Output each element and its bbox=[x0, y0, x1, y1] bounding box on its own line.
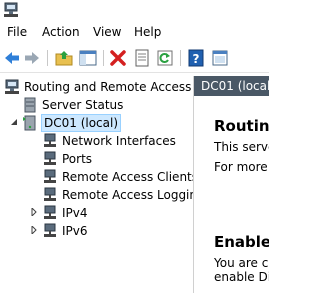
menu-help[interactable]: Help bbox=[134, 25, 161, 39]
details-text: enable Di bbox=[214, 270, 269, 284]
details-text: You are c bbox=[214, 256, 269, 270]
properties-icon[interactable] bbox=[132, 48, 152, 68]
tree-item-label: Remote Access Clients ( bbox=[62, 170, 207, 184]
show-hide-tree-icon[interactable] bbox=[78, 48, 98, 68]
toolbar: ? bbox=[0, 45, 269, 73]
details-text: This serve bbox=[214, 140, 269, 154]
tree-item-label: IPv4 bbox=[62, 206, 88, 220]
details-header: DC01 (local) bbox=[194, 76, 269, 96]
tree-item-label: Remote Access Logging bbox=[62, 188, 205, 202]
help-icon[interactable]: ? bbox=[186, 48, 206, 68]
chevron-right-icon[interactable] bbox=[30, 208, 38, 216]
delete-icon[interactable] bbox=[108, 48, 128, 68]
server-status-icon bbox=[24, 97, 36, 113]
console-tree: Routing and Remote Access Server Status … bbox=[0, 76, 207, 293]
details-pane: DC01 (local) Routing This serve For more… bbox=[194, 76, 269, 293]
menu-bar: File Action View Help bbox=[0, 22, 269, 43]
tree-item-label: IPv6 bbox=[62, 224, 88, 238]
chevron-down-icon[interactable] bbox=[10, 118, 18, 126]
toolbar-separator bbox=[47, 50, 48, 66]
up-folder-icon[interactable] bbox=[54, 48, 74, 68]
refresh-icon[interactable] bbox=[155, 48, 175, 68]
details-body: Routing This serve For more Enable You a… bbox=[194, 96, 269, 293]
routing-icon bbox=[5, 79, 19, 94]
toolbar-separator bbox=[103, 50, 104, 66]
remote-access-logging-icon bbox=[44, 187, 56, 201]
back-arrow-icon[interactable] bbox=[2, 48, 22, 68]
tree-item-label: DC01 (local) bbox=[40, 114, 122, 132]
network-interfaces-icon bbox=[44, 133, 56, 147]
menu-action[interactable]: Action bbox=[42, 25, 80, 39]
tree-root-label: Routing and Remote Access bbox=[24, 80, 192, 94]
details-text: For more bbox=[214, 160, 268, 174]
routing-app-icon bbox=[4, 2, 18, 17]
server-icon bbox=[23, 115, 36, 131]
ports-icon bbox=[44, 151, 56, 165]
chevron-right-icon[interactable] bbox=[30, 226, 38, 234]
svg-text:?: ? bbox=[193, 52, 200, 66]
tree-item-label: Server Status bbox=[42, 98, 124, 112]
tree-item-label: Ports bbox=[62, 152, 93, 166]
details-heading-routing: Routing bbox=[214, 117, 269, 135]
remote-access-clients-icon bbox=[44, 169, 56, 183]
console-icon[interactable] bbox=[210, 48, 230, 68]
menu-view[interactable]: View bbox=[93, 25, 121, 39]
menu-file[interactable]: File bbox=[7, 25, 27, 39]
details-heading-enable: Enable bbox=[214, 233, 269, 251]
forward-arrow-icon[interactable] bbox=[22, 48, 42, 68]
title-bar bbox=[0, 0, 269, 20]
ipv6-icon bbox=[44, 223, 56, 237]
toolbar-separator bbox=[180, 50, 181, 66]
ipv4-icon bbox=[44, 205, 56, 219]
tree-item-label: Network Interfaces bbox=[62, 134, 176, 148]
